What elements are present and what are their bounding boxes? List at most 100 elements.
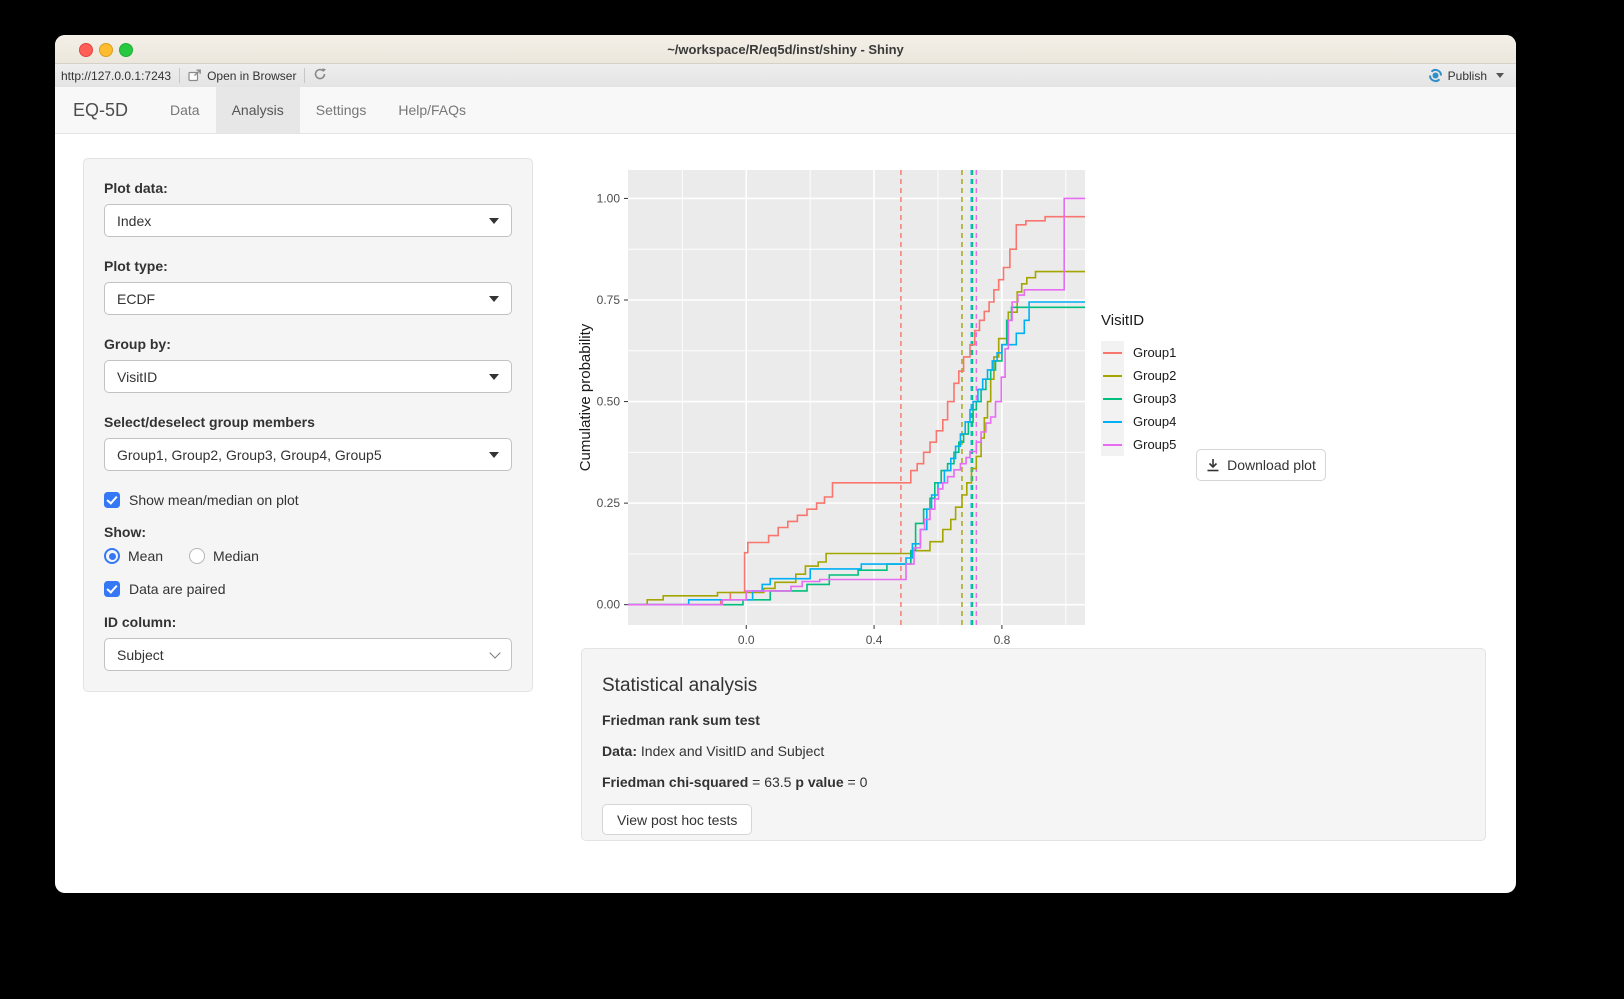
stats-data-line: Data: Index and VisitID and Subject: [602, 743, 1465, 759]
show-mean-median-label: Show mean/median on plot: [129, 492, 299, 508]
y-tick-label: 0.25: [597, 496, 621, 510]
legend-label: Group4: [1133, 414, 1176, 429]
legend-key-icon: [1101, 341, 1124, 364]
stats-result-line: Friedman chi-squared = 63.5 p value = 0: [602, 774, 1465, 790]
stats-data-value: Index and VisitID and Subject: [641, 743, 824, 759]
toolbar-separator: [179, 68, 180, 83]
toolbar-separator: [304, 68, 305, 83]
open-in-browser-button[interactable]: Open in Browser: [188, 69, 296, 83]
app-brand: EQ-5D: [55, 87, 154, 133]
open-in-browser-label: Open in Browser: [207, 69, 296, 83]
group-members-value: Group1, Group2, Group3, Group4, Group5: [117, 447, 382, 463]
viewer-toolbar: http://127.0.0.1:7243 Open in Browser: [55, 64, 1516, 88]
publish-icon: [1428, 68, 1443, 83]
minimize-window-button[interactable]: [99, 43, 113, 57]
legend-key-icon: [1101, 410, 1124, 433]
legend-key-icon: [1101, 433, 1124, 456]
group-members-dropdown[interactable]: Group1, Group2, Group3, Group4, Group5: [104, 438, 512, 471]
show-mean-median-checkbox[interactable]: [104, 492, 120, 508]
radio-median[interactable]: Median: [189, 548, 259, 564]
tab-data[interactable]: Data: [154, 87, 216, 133]
legend-label: Group2: [1133, 368, 1176, 383]
y-axis-title: Cumulative probability: [577, 323, 594, 471]
legend-entry-Group3: Group3: [1101, 387, 1176, 410]
statistical-analysis-panel: Statistical analysis Friedman rank sum t…: [581, 648, 1486, 841]
id-column-value: Subject: [117, 647, 164, 663]
navbar: EQ-5D Data Analysis Settings Help/FAQs: [55, 87, 1516, 134]
legend-entry-Group2: Group2: [1101, 364, 1176, 387]
close-window-button[interactable]: [79, 43, 93, 57]
chevron-down-icon: [489, 452, 499, 458]
show-radio-group: Mean Median: [104, 548, 512, 564]
download-plot-button[interactable]: Download plot: [1196, 449, 1326, 481]
ecdf-plot: 0.00.40.80.000.250.500.751.00IndexCumula…: [560, 160, 1100, 650]
stats-chi-value: = 63.5: [752, 774, 791, 790]
y-tick-label: 1.00: [597, 191, 621, 205]
plot-legend: VisitID Group1 Group2 Group3 Group4 Group5: [1101, 312, 1176, 456]
legend-entry-Group4: Group4: [1101, 410, 1176, 433]
legend-key-icon: [1101, 387, 1124, 410]
stats-p-value: = 0: [848, 774, 868, 790]
plot-type-dropdown[interactable]: ECDF: [104, 282, 512, 315]
group-by-label: Group by:: [104, 336, 512, 352]
chevron-down-icon: [489, 647, 500, 658]
x-tick-label: 0.8: [994, 633, 1011, 647]
x-tick-label: 0.0: [738, 633, 755, 647]
id-column-select[interactable]: Subject: [104, 638, 512, 671]
legend-key-icon: [1101, 364, 1124, 387]
plot-data-value: Index: [117, 213, 151, 229]
publish-button[interactable]: Publish: [1428, 68, 1504, 83]
stats-test-name: Friedman rank sum test: [602, 712, 1465, 728]
paired-label: Data are paired: [129, 581, 226, 597]
window-title: ~/workspace/R/eq5d/inst/shiny - Shiny: [667, 42, 904, 57]
radio-mean-dot[interactable]: [104, 548, 120, 564]
chevron-down-icon: [489, 218, 499, 224]
y-tick-label: 0.50: [597, 395, 621, 409]
paired-checkbox[interactable]: [104, 581, 120, 597]
group-by-value: VisitID: [117, 369, 157, 385]
plot-data-label: Plot data:: [104, 180, 512, 196]
legend-label: Group3: [1133, 391, 1176, 406]
sidebar-panel: Plot data: Index Plot type: ECDF Group b…: [83, 158, 533, 692]
radio-mean[interactable]: Mean: [104, 548, 163, 564]
stats-data-label: Data:: [602, 743, 637, 759]
legend-entry-Group1: Group1: [1101, 341, 1176, 364]
view-post-hoc-tests-button[interactable]: View post hoc tests: [602, 804, 752, 835]
legend-label: Group5: [1133, 437, 1176, 452]
tab-settings[interactable]: Settings: [300, 87, 383, 133]
publish-label: Publish: [1448, 69, 1487, 83]
show-mean-median-checkbox-row: Show mean/median on plot: [104, 492, 512, 508]
download-plot-label: Download plot: [1227, 457, 1316, 473]
paired-checkbox-row: Data are paired: [104, 581, 512, 597]
refresh-button[interactable]: [313, 67, 327, 84]
stats-p-label: p value: [795, 774, 843, 790]
legend-title: VisitID: [1101, 312, 1176, 329]
refresh-icon: [313, 67, 327, 81]
y-tick-label: 0.75: [597, 293, 621, 307]
radio-median-dot[interactable]: [189, 548, 205, 564]
x-tick-label: 0.4: [866, 633, 883, 647]
plot-type-value: ECDF: [117, 291, 155, 307]
id-column-label: ID column:: [104, 614, 512, 630]
stats-chi-label: Friedman chi-squared: [602, 774, 748, 790]
y-tick-label: 0.00: [597, 598, 621, 612]
group-by-dropdown[interactable]: VisitID: [104, 360, 512, 393]
open-in-browser-icon: [188, 69, 202, 82]
group-members-label: Select/deselect group members: [104, 414, 512, 430]
app-window: ~/workspace/R/eq5d/inst/shiny - Shiny ht…: [55, 35, 1516, 893]
download-icon: [1206, 458, 1220, 472]
chevron-down-icon: [489, 296, 499, 302]
zoom-window-button[interactable]: [119, 43, 133, 57]
plot-type-label: Plot type:: [104, 258, 512, 274]
stats-title: Statistical analysis: [602, 675, 1465, 697]
legend-label: Group1: [1133, 345, 1176, 360]
tab-help-faqs[interactable]: Help/FAQs: [382, 87, 482, 133]
tab-analysis[interactable]: Analysis: [216, 87, 300, 133]
plot-data-dropdown[interactable]: Index: [104, 204, 512, 237]
publish-caret-icon: [1496, 73, 1504, 78]
show-label: Show:: [104, 524, 512, 540]
radio-median-label: Median: [213, 548, 259, 564]
radio-mean-label: Mean: [128, 548, 163, 564]
chevron-down-icon: [489, 374, 499, 380]
url-text: http://127.0.0.1:7243: [61, 69, 171, 83]
